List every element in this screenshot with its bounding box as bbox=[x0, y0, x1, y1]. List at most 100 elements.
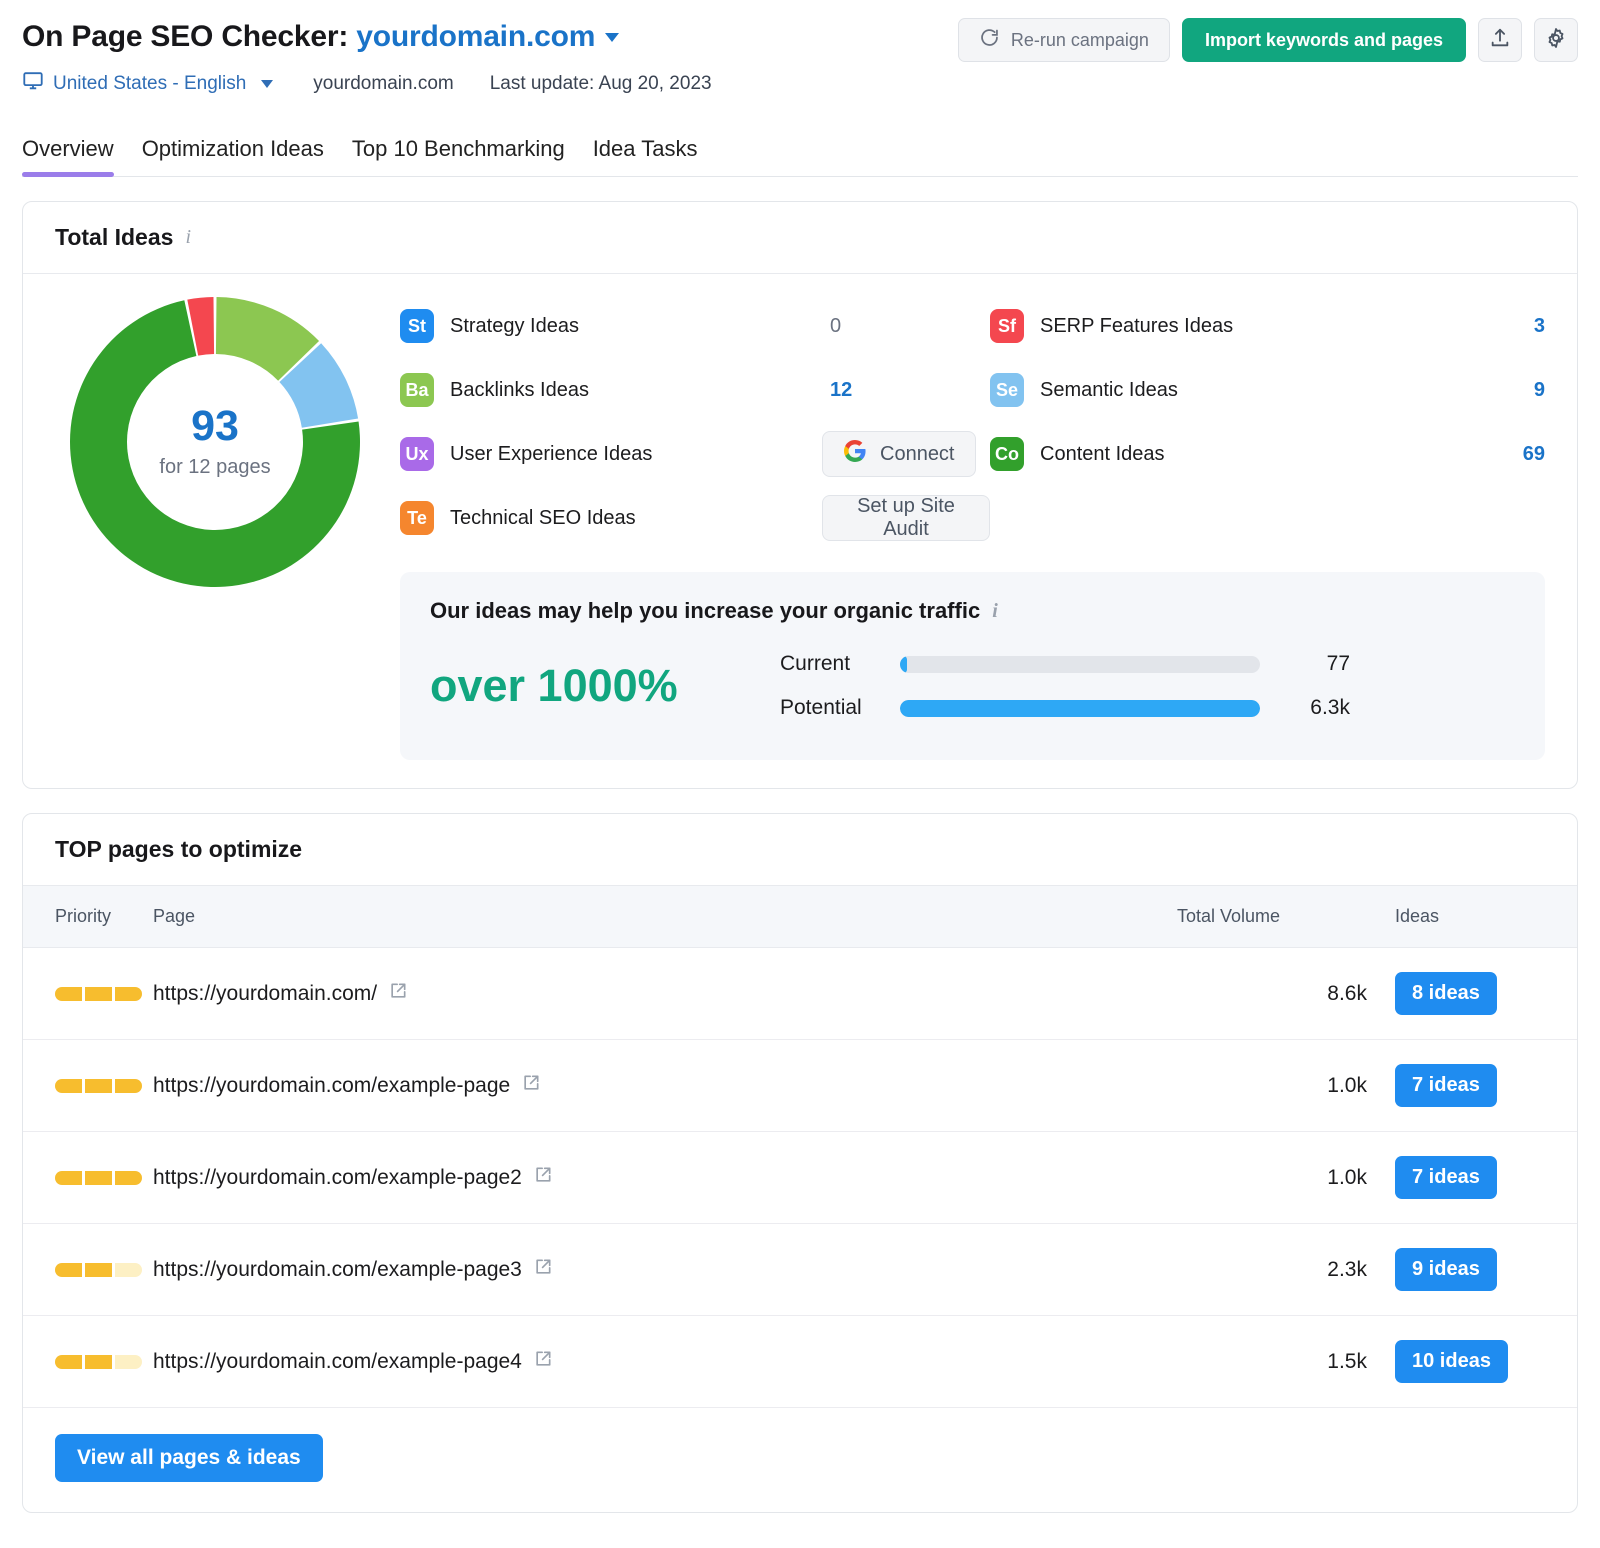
priority-segment bbox=[115, 1170, 142, 1185]
table-row[interactable]: https://yourdomain.com/example-page4 1.5k… bbox=[23, 1315, 1577, 1408]
ideas-badge[interactable]: 7 ideas bbox=[1395, 1156, 1497, 1199]
settings-button[interactable] bbox=[1534, 18, 1578, 62]
potential-bar-fill bbox=[900, 699, 1260, 717]
ideas-badge[interactable]: 10 ideas bbox=[1395, 1340, 1508, 1383]
ideas-cell: 7 ideas bbox=[1367, 1131, 1577, 1224]
organic-traffic-title: Our ideas may help you increase your org… bbox=[430, 598, 981, 623]
backlinks-ideas-icon: Ba bbox=[400, 373, 434, 407]
table-row[interactable]: https://yourdomain.com/8.6k 8 ideas bbox=[23, 947, 1577, 1040]
priority-segment bbox=[55, 986, 82, 1001]
idea-row-content: Co Content Ideas 69 bbox=[990, 422, 1545, 486]
page-url: https://yourdomain.com/example-page4 bbox=[153, 1349, 553, 1375]
column-header-priority[interactable]: Priority bbox=[23, 885, 153, 948]
page-url-text: https://yourdomain.com/example-page2 bbox=[153, 1165, 522, 1189]
table-row[interactable]: https://yourdomain.com/example-page3 2.3k… bbox=[23, 1223, 1577, 1316]
tab-top-10-benchmarking[interactable]: Top 10 Benchmarking bbox=[338, 136, 579, 176]
organic-traffic-bars: Current 77 Potential 6.3k bbox=[780, 642, 1515, 730]
rerun-campaign-button[interactable]: Re-run campaign bbox=[957, 18, 1170, 62]
tab-overview[interactable]: Overview bbox=[22, 136, 128, 177]
column-header-page[interactable]: Page bbox=[153, 885, 1177, 948]
semantic-ideas-icon: Se bbox=[990, 373, 1024, 407]
google-connect-label: Connect bbox=[880, 442, 955, 465]
priority-segment bbox=[115, 1262, 142, 1277]
total-volume-cell: 1.0k bbox=[1177, 1039, 1367, 1132]
priority-segment bbox=[85, 1170, 112, 1185]
serp-features-ideas-value[interactable]: 3 bbox=[1385, 315, 1545, 338]
priority-segment bbox=[85, 986, 112, 1001]
view-all-pages-button[interactable]: View all pages & ideas bbox=[55, 1434, 323, 1482]
idea-row-serp-features: Sf SERP Features Ideas 3 bbox=[990, 294, 1545, 358]
technical-seo-ideas-label: Technical SEO Ideas bbox=[450, 506, 636, 529]
page-title-domain[interactable]: yourdomain.com bbox=[356, 20, 595, 53]
top-pages-table: Priority Page Total Volume Ideas https:/… bbox=[23, 885, 1577, 1408]
table-body: https://yourdomain.com/8.6k 8 ideas https:… bbox=[23, 947, 1577, 1408]
ideas-badge[interactable]: 9 ideas bbox=[1395, 1248, 1497, 1291]
table-header-row: Priority Page Total Volume Ideas bbox=[23, 885, 1577, 948]
external-link-icon[interactable] bbox=[533, 1257, 553, 1283]
header-subline: United States - English yourdomain.com L… bbox=[22, 70, 1578, 98]
column-header-volume[interactable]: Total Volume bbox=[1177, 885, 1367, 948]
external-link-icon[interactable] bbox=[533, 1165, 553, 1191]
table-row[interactable]: https://yourdomain.com/example-page 1.0k 7… bbox=[23, 1039, 1577, 1132]
tab-optimization-ideas[interactable]: Optimization Ideas bbox=[128, 136, 338, 176]
ideas-grid: St Strategy Ideas 0 Ba Backlinks Ideas 1… bbox=[400, 286, 1545, 550]
total-volume-cell: 2.3k bbox=[1177, 1223, 1367, 1316]
semantic-ideas-value[interactable]: 9 bbox=[1385, 379, 1545, 402]
technical-seo-ideas-icon: Te bbox=[400, 501, 434, 535]
top-pages-footer: View all pages & ideas bbox=[23, 1408, 1577, 1512]
priority-segment bbox=[55, 1354, 82, 1369]
priority-segment bbox=[55, 1170, 82, 1185]
total-ideas-card: Total Ideas i 93 for 12 pages St Strateg… bbox=[22, 201, 1578, 789]
page-url-text: https://yourdomain.com/example-page4 bbox=[153, 1349, 522, 1373]
page-cell: https://yourdomain.com/example-page2 bbox=[153, 1131, 1177, 1224]
priority-segment bbox=[115, 1078, 142, 1093]
organic-traffic-body: over 1000% Current 77 Potential 6.3k bbox=[430, 642, 1515, 730]
page-title-prefix: On Page SEO Checker: bbox=[22, 20, 349, 53]
content-ideas-label: Content Ideas bbox=[1040, 442, 1165, 465]
column-header-ideas[interactable]: Ideas bbox=[1367, 885, 1577, 948]
page-cell: https://yourdomain.com/example-page bbox=[153, 1039, 1177, 1132]
priority-cell bbox=[23, 947, 153, 1040]
priority-segment bbox=[85, 1078, 112, 1093]
priority-segment bbox=[55, 1078, 82, 1093]
table-row[interactable]: https://yourdomain.com/example-page2 1.0k… bbox=[23, 1131, 1577, 1224]
content-ideas-value[interactable]: 69 bbox=[1385, 443, 1545, 466]
strategy-ideas-label: Strategy Ideas bbox=[450, 314, 579, 337]
import-keywords-button[interactable]: Import keywords and pages bbox=[1181, 18, 1466, 62]
ideas-badge[interactable]: 8 ideas bbox=[1395, 972, 1497, 1015]
top-pages-header: TOP pages to optimize bbox=[23, 814, 1577, 885]
priority-segment bbox=[115, 986, 142, 1001]
external-link-icon[interactable] bbox=[533, 1349, 553, 1375]
chevron-down-icon[interactable] bbox=[605, 33, 620, 42]
serp-features-ideas-label: SERP Features Ideas bbox=[1040, 314, 1234, 337]
tab-idea-tasks[interactable]: Idea Tasks bbox=[579, 136, 712, 176]
total-volume-cell: 8.6k bbox=[1177, 947, 1367, 1040]
priority-segment bbox=[85, 1262, 112, 1277]
backlinks-ideas-value[interactable]: 12 bbox=[740, 379, 990, 402]
external-link-icon[interactable] bbox=[521, 1073, 541, 1099]
potential-bar-track bbox=[900, 699, 1260, 717]
ideas-badge[interactable]: 7 ideas bbox=[1395, 1064, 1497, 1107]
google-connect-button[interactable]: Connect bbox=[822, 431, 976, 477]
total-ideas-title: Total Ideas bbox=[55, 224, 174, 250]
priority-cell bbox=[23, 1223, 153, 1316]
setup-site-audit-button[interactable]: Set up Site Audit bbox=[822, 495, 990, 541]
info-icon[interactable]: i bbox=[185, 226, 191, 249]
priority-indicator bbox=[55, 986, 153, 1001]
idea-row-user-experience: Ux User Experience Ideas Connect bbox=[400, 422, 990, 486]
page-url-text: https://yourdomain.com/example-page3 bbox=[153, 1257, 522, 1281]
ideas-breakdown: St Strategy Ideas 0 Ba Backlinks Ideas 1… bbox=[400, 286, 1545, 760]
organic-traffic-percent: over 1000% bbox=[430, 660, 678, 711]
info-icon-traffic[interactable]: i bbox=[992, 600, 998, 623]
external-link-icon[interactable] bbox=[388, 981, 408, 1007]
refresh-icon bbox=[979, 27, 1000, 53]
priority-indicator bbox=[55, 1170, 153, 1185]
chevron-down-icon-location bbox=[261, 80, 274, 88]
export-button[interactable] bbox=[1478, 18, 1522, 62]
traffic-bar-potential: Potential 6.3k bbox=[780, 686, 1515, 730]
location-selector[interactable]: United States - English bbox=[22, 70, 274, 98]
monitor-icon bbox=[22, 70, 44, 98]
ideas-donut-chart: 93 for 12 pages bbox=[69, 296, 361, 588]
traffic-bar-current: Current 77 bbox=[780, 642, 1515, 686]
page-cell: https://yourdomain.com/example-page4 bbox=[153, 1315, 1177, 1408]
